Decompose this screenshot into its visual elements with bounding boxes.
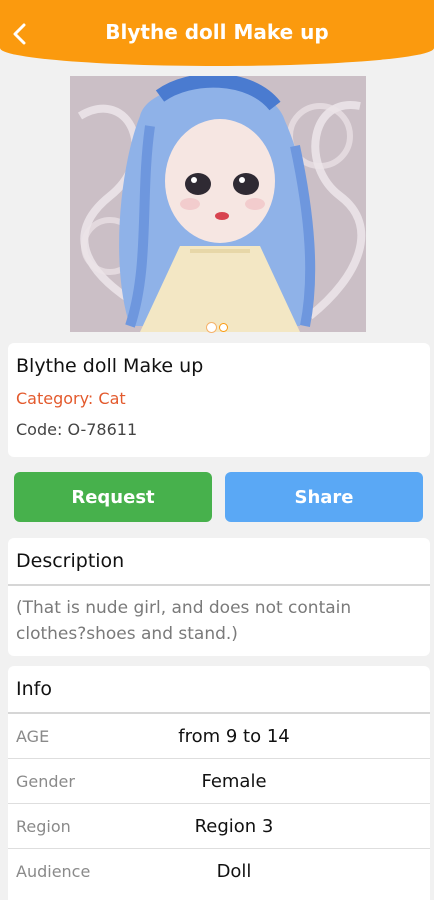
share-button[interactable]: Share	[225, 472, 423, 522]
chevron-left-icon	[13, 23, 26, 45]
info-value: Doll	[216, 861, 252, 882]
info-value: from 9 to 14	[178, 725, 290, 747]
product-category: Category: Cat	[16, 389, 126, 408]
info-row-region: Region Region 3	[8, 804, 430, 849]
product-name: Blythe doll Make up	[16, 355, 204, 377]
product-code: Code: O-78611	[16, 420, 138, 439]
product-image[interactable]	[70, 76, 366, 332]
info-value: Female	[201, 770, 267, 792]
description-heading: Description	[8, 538, 430, 586]
page-title: Blythe doll Make up	[105, 20, 329, 44]
info-row-gender: Gender Female	[8, 759, 430, 804]
info-key: AGE	[16, 726, 50, 746]
info-row-age: AGE from 9 to 14	[8, 714, 430, 759]
info-key: Region	[16, 816, 71, 836]
gallery-pagination	[0, 323, 434, 335]
page-dot[interactable]	[218, 323, 228, 332]
product-summary-card: Blythe doll Make up Category: Cat Code: …	[8, 343, 430, 457]
info-row-audience: Audience Doll	[8, 849, 430, 894]
info-value: Region 3	[194, 815, 274, 837]
description-text: (That is nude girl, and does not contain…	[16, 598, 352, 644]
description-card: Description (That is nude girl, and does…	[8, 538, 430, 656]
back-button[interactable]	[10, 20, 28, 48]
app-header: Blythe doll Make up	[0, 0, 434, 66]
request-button[interactable]: Request	[14, 472, 212, 522]
info-heading: Info	[8, 666, 430, 714]
doll-illustration	[70, 76, 366, 332]
info-key: Gender	[16, 771, 75, 791]
info-card: Info AGE from 9 to 14 Gender Female Regi…	[8, 666, 430, 900]
info-key: Audience	[16, 862, 91, 881]
page-dot-active[interactable]	[206, 323, 216, 332]
